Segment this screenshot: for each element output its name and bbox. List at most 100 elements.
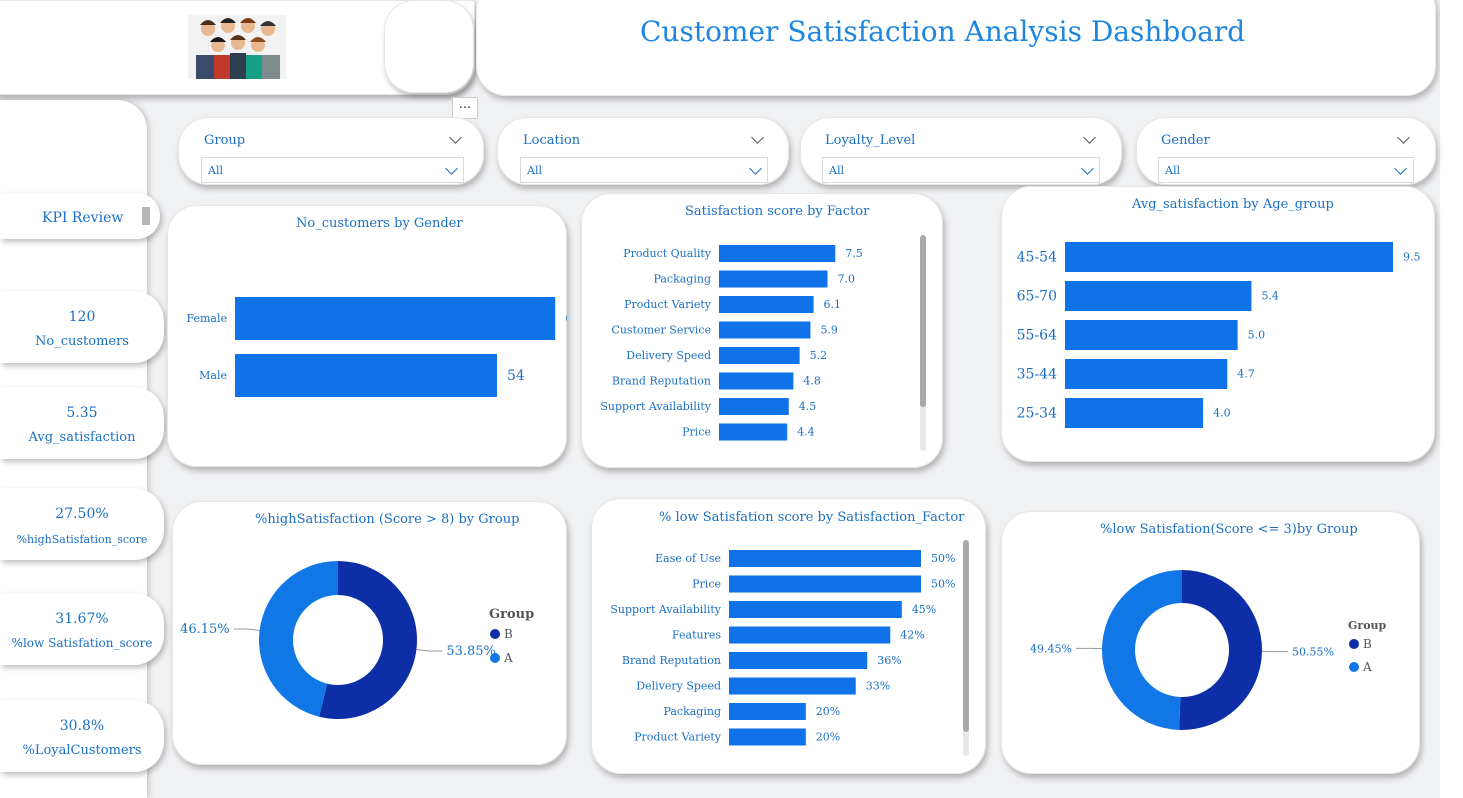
chart-low: 50.55% 49.45% Group BA	[1030, 570, 1387, 730]
kpi-value: 5.35	[66, 405, 98, 421]
chart-card-lowfactor: % low Satisfation score by Satisfaction_…	[591, 498, 986, 774]
bar[interactable]	[729, 550, 921, 567]
kpi-value: 27.50%	[55, 506, 109, 522]
bar[interactable]	[1065, 320, 1238, 350]
kpi-card-customers: 120 No_customers	[0, 291, 164, 363]
bar[interactable]	[719, 372, 794, 390]
category-label: Packaging	[663, 705, 721, 718]
kpi-label: %highSatisfation_score	[16, 533, 148, 546]
data-label: 45%	[912, 603, 936, 616]
category-label: Support Availability	[610, 603, 721, 616]
chart-card-factor: Satisfaction score by Factor Product Qua…	[581, 193, 943, 468]
category-label: Price	[682, 426, 711, 439]
more-options-button[interactable]: ...	[452, 97, 478, 119]
chevron-down-icon[interactable]	[449, 131, 462, 144]
scrollbar[interactable]	[963, 540, 969, 756]
legend-title: Group	[489, 607, 534, 622]
donut-slice[interactable]	[1102, 570, 1182, 730]
filter-label: Loyalty_Level	[825, 133, 916, 148]
scrollbar-thumb[interactable]	[963, 540, 969, 732]
bar[interactable]	[719, 296, 814, 313]
category-label: Price	[692, 578, 721, 591]
scrollbar-thumb[interactable]	[920, 235, 926, 407]
kpi-value: 31.67%	[55, 611, 109, 627]
leader-line	[233, 628, 260, 631]
bar[interactable]	[1065, 281, 1252, 311]
chart-lowfactor: Ease of Use 50% Price 50% Support Availabili…	[610, 550, 955, 746]
bar[interactable]	[235, 354, 497, 397]
data-label: 5.4	[1261, 290, 1279, 303]
bar[interactable]	[719, 245, 836, 262]
bar[interactable]	[1065, 242, 1393, 272]
data-label: 5.9	[820, 324, 838, 337]
data-label: 20%	[816, 705, 840, 718]
filter-dropdown-loyalty[interactable]: All	[822, 157, 1100, 183]
chevron-down-icon[interactable]	[1083, 131, 1096, 144]
data-label: 46.15%	[180, 622, 230, 637]
bar[interactable]	[235, 297, 556, 340]
category-label: Female	[186, 312, 227, 325]
legend-label[interactable]: B	[1363, 637, 1372, 651]
category-label: 35-44	[1017, 367, 1057, 383]
legend-title: Group	[1348, 619, 1387, 632]
filter-value: All	[829, 164, 844, 177]
chart-card-low: %low Satisfation(Score <= 3)by Group 50.…	[1001, 511, 1420, 774]
data-label: 4.7	[1237, 368, 1255, 381]
chart-card-age: Avg_satisfaction by Age_group 45-54 9.5 65…	[1001, 186, 1435, 462]
chevron-down-icon	[749, 162, 762, 175]
kpi-review-label: KPI Review	[42, 210, 124, 226]
filter-value: All	[208, 164, 223, 177]
chevron-down-icon[interactable]	[751, 131, 764, 144]
right-edge	[1440, 0, 1463, 798]
legend-label[interactable]: A	[503, 651, 513, 665]
kpi-card-avg-satisfaction: 5.35 Avg_satisfaction	[0, 387, 164, 459]
bar[interactable]	[719, 270, 828, 288]
data-label: 20%	[816, 731, 840, 744]
bar[interactable]	[719, 347, 800, 364]
filter-value: All	[527, 164, 542, 177]
category-label: Male	[199, 369, 227, 382]
kpi-review-button[interactable]: KPI Review	[0, 193, 160, 239]
donut-slice[interactable]	[1179, 570, 1262, 730]
data-label: 50%	[931, 578, 955, 591]
filter-dropdown-location[interactable]: All	[520, 157, 768, 183]
data-label: 53.85%	[446, 644, 496, 659]
legend-label[interactable]: B	[504, 627, 513, 641]
bar[interactable]	[729, 703, 806, 720]
filter-gender: Gender All	[1136, 117, 1436, 185]
chart-card-high: %highSatisfaction (Score > 8) by Group 5…	[172, 501, 567, 765]
scrollbar[interactable]	[920, 235, 926, 451]
legend-label[interactable]: A	[1362, 660, 1372, 674]
filter-loyalty: Loyalty_Level All	[800, 117, 1122, 185]
data-label: 4.8	[803, 375, 821, 388]
bar[interactable]	[1065, 398, 1204, 428]
people-group-icon	[188, 15, 286, 79]
bar[interactable]	[729, 575, 921, 593]
category-label: Brand Reputation	[612, 375, 711, 388]
bar[interactable]	[719, 398, 789, 415]
data-label: 36%	[877, 654, 901, 667]
bar[interactable]	[719, 321, 811, 339]
bar[interactable]	[1065, 359, 1228, 389]
data-label: 4.4	[797, 426, 815, 439]
bar[interactable]	[729, 728, 806, 746]
chevron-down-icon[interactable]	[1397, 131, 1410, 144]
kpi-label: %low Satisfation_score	[11, 636, 153, 650]
kpi-card-loyal: 30.8% %LoyalCustomers	[0, 700, 164, 772]
bar[interactable]	[729, 601, 902, 618]
category-label: Support Availability	[600, 400, 711, 413]
category-label: 65-70	[1017, 289, 1057, 305]
data-label: 66	[565, 311, 567, 327]
bar[interactable]	[729, 652, 868, 669]
bar[interactable]	[719, 423, 788, 441]
chevron-down-icon	[1081, 162, 1094, 175]
chart-factor: Product Quality 7.5 Packaging 7.0 Product Va…	[600, 245, 863, 441]
filter-dropdown-group[interactable]: All	[201, 157, 464, 183]
legend-marker	[1349, 662, 1359, 672]
filter-dropdown-gender[interactable]: All	[1158, 157, 1414, 183]
legend-marker	[1349, 639, 1359, 649]
category-label: Product Variety	[634, 731, 722, 744]
data-label: 7.0	[838, 273, 856, 286]
bar[interactable]	[729, 626, 891, 644]
bar[interactable]	[729, 677, 856, 695]
